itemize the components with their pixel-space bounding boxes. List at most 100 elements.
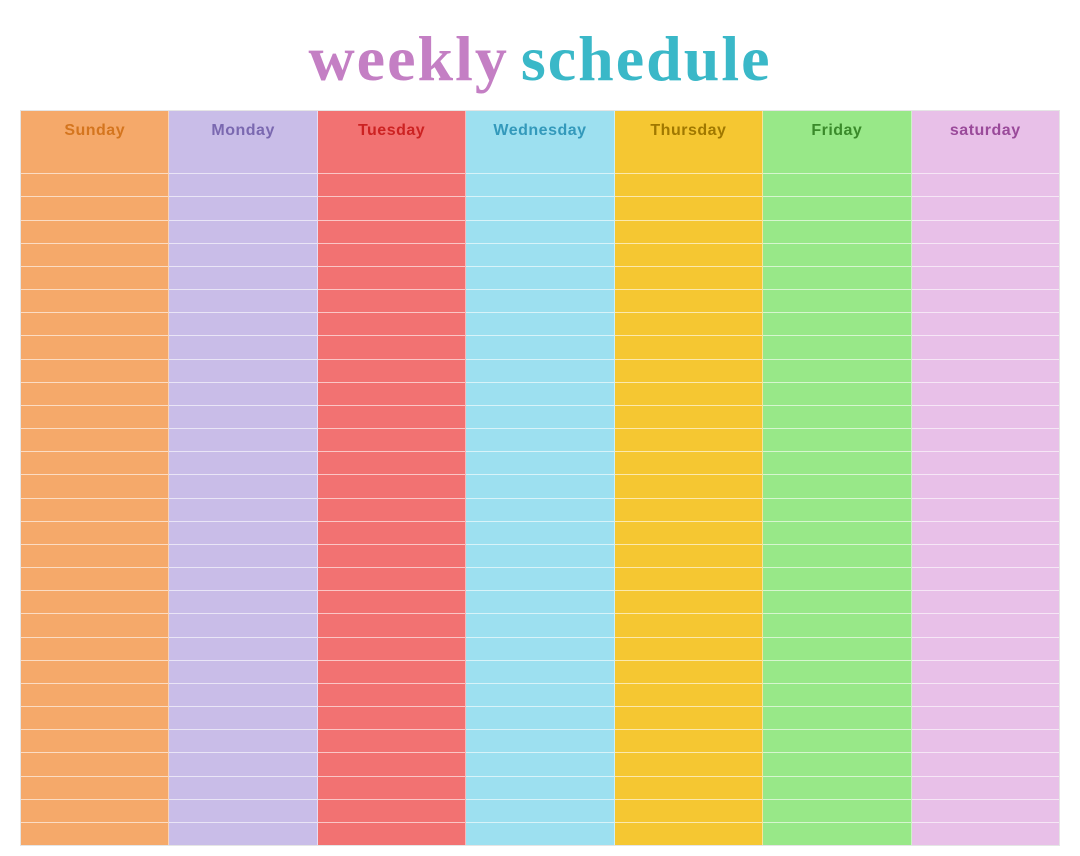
line-row bbox=[466, 800, 613, 823]
line-row bbox=[466, 475, 613, 498]
line-row bbox=[763, 730, 910, 753]
line-row bbox=[21, 800, 168, 823]
line-row bbox=[466, 730, 613, 753]
line-row bbox=[318, 360, 465, 383]
line-row bbox=[912, 591, 1059, 614]
line-row bbox=[169, 777, 316, 800]
line-row bbox=[615, 823, 762, 845]
line-row bbox=[466, 522, 613, 545]
line-row bbox=[169, 221, 316, 244]
line-row bbox=[21, 684, 168, 707]
line-row bbox=[21, 777, 168, 800]
line-row bbox=[318, 661, 465, 684]
line-row bbox=[763, 383, 910, 406]
line-row bbox=[21, 151, 168, 174]
line-row bbox=[615, 151, 762, 174]
line-row bbox=[466, 383, 613, 406]
weekly-schedule-page: weekly schedule SundayMondayTuesdayWedne… bbox=[0, 0, 1080, 856]
day-column-monday[interactable]: Monday bbox=[169, 111, 317, 845]
line-row bbox=[169, 638, 316, 661]
day-column-thursday[interactable]: Thursday bbox=[615, 111, 763, 845]
line-row bbox=[615, 614, 762, 637]
line-row bbox=[615, 244, 762, 267]
line-row bbox=[912, 522, 1059, 545]
line-row bbox=[169, 267, 316, 290]
day-header-monday: Monday bbox=[169, 111, 316, 151]
line-row bbox=[169, 336, 316, 359]
line-row bbox=[466, 151, 613, 174]
line-row bbox=[318, 614, 465, 637]
title-container: weekly schedule bbox=[20, 10, 1060, 110]
line-row bbox=[763, 151, 910, 174]
day-header-thursday: Thursday bbox=[615, 111, 762, 151]
day-column-saturday[interactable]: saturday bbox=[912, 111, 1059, 845]
line-row bbox=[466, 406, 613, 429]
line-row bbox=[21, 707, 168, 730]
line-row bbox=[21, 522, 168, 545]
title-schedule: schedule bbox=[521, 22, 772, 96]
line-row bbox=[763, 800, 910, 823]
line-row bbox=[615, 730, 762, 753]
line-row bbox=[169, 707, 316, 730]
line-row bbox=[615, 336, 762, 359]
line-row bbox=[912, 499, 1059, 522]
line-row bbox=[615, 661, 762, 684]
line-row bbox=[912, 336, 1059, 359]
day-column-wednesday[interactable]: Wednesday bbox=[466, 111, 614, 845]
line-row bbox=[21, 406, 168, 429]
line-row bbox=[615, 777, 762, 800]
line-row bbox=[318, 267, 465, 290]
line-row bbox=[466, 591, 613, 614]
calendar-grid: SundayMondayTuesdayWednesdayThursdayFrid… bbox=[20, 110, 1060, 846]
line-row bbox=[318, 707, 465, 730]
line-row bbox=[763, 244, 910, 267]
line-row bbox=[318, 568, 465, 591]
line-row bbox=[169, 151, 316, 174]
line-row bbox=[615, 406, 762, 429]
line-row bbox=[912, 383, 1059, 406]
day-column-sunday[interactable]: Sunday bbox=[21, 111, 169, 845]
line-row bbox=[466, 753, 613, 776]
day-column-tuesday[interactable]: Tuesday bbox=[318, 111, 466, 845]
line-row bbox=[21, 591, 168, 614]
line-row bbox=[169, 684, 316, 707]
line-row bbox=[169, 290, 316, 313]
line-row bbox=[912, 197, 1059, 220]
line-row bbox=[318, 545, 465, 568]
line-row bbox=[615, 545, 762, 568]
line-row bbox=[318, 499, 465, 522]
line-row bbox=[318, 730, 465, 753]
line-row bbox=[318, 336, 465, 359]
line-row bbox=[21, 661, 168, 684]
line-row bbox=[466, 661, 613, 684]
line-row bbox=[21, 452, 168, 475]
line-row bbox=[21, 753, 168, 776]
line-row bbox=[169, 800, 316, 823]
line-row bbox=[466, 197, 613, 220]
line-row bbox=[318, 684, 465, 707]
line-row bbox=[21, 545, 168, 568]
line-row bbox=[21, 336, 168, 359]
line-row bbox=[763, 684, 910, 707]
line-row bbox=[763, 290, 910, 313]
line-row bbox=[912, 174, 1059, 197]
day-column-friday[interactable]: Friday bbox=[763, 111, 911, 845]
title-weekly: weekly bbox=[308, 22, 508, 96]
line-row bbox=[318, 151, 465, 174]
line-row bbox=[318, 452, 465, 475]
line-row bbox=[912, 800, 1059, 823]
line-row bbox=[912, 614, 1059, 637]
line-row bbox=[912, 823, 1059, 845]
line-row bbox=[169, 313, 316, 336]
line-row bbox=[318, 753, 465, 776]
line-row bbox=[763, 777, 910, 800]
line-row bbox=[763, 522, 910, 545]
line-row bbox=[615, 499, 762, 522]
line-row bbox=[169, 174, 316, 197]
line-row bbox=[169, 522, 316, 545]
line-row bbox=[763, 661, 910, 684]
line-row bbox=[318, 174, 465, 197]
line-row bbox=[466, 614, 613, 637]
line-row bbox=[912, 290, 1059, 313]
line-row bbox=[912, 545, 1059, 568]
